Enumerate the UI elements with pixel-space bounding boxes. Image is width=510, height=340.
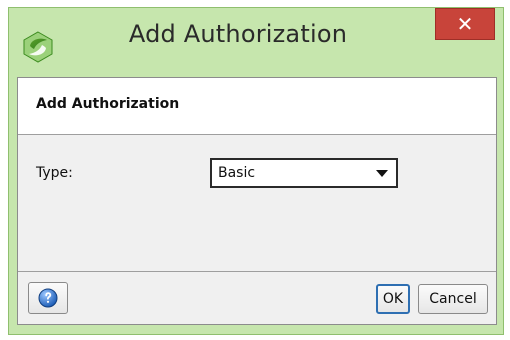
dialog-header-title: Add Authorization [36,96,180,112]
close-icon: ✕ [456,12,474,36]
type-row: Type: Basic [18,158,496,190]
type-select[interactable]: Basic [210,158,398,188]
close-button[interactable]: ✕ [435,8,495,40]
title-bar[interactable]: Add Authorization ✕ [9,8,503,76]
dialog-content: Add Authorization Type: Basic OK Cancel [17,77,497,325]
help-button[interactable] [28,282,68,314]
type-label: Type: [36,165,73,181]
ok-button[interactable]: OK [376,284,410,314]
dialog-footer: OK Cancel [18,271,496,324]
help-icon [38,288,58,308]
cancel-button[interactable]: Cancel [418,284,488,314]
dropdown-arrow-icon [376,170,388,177]
type-select-value: Basic [218,165,256,181]
window-title: Add Authorization [128,20,348,48]
dialog-window: Add Authorization ✕ Add Authorization Ty… [8,7,504,335]
dialog-header: Add Authorization [18,78,496,135]
